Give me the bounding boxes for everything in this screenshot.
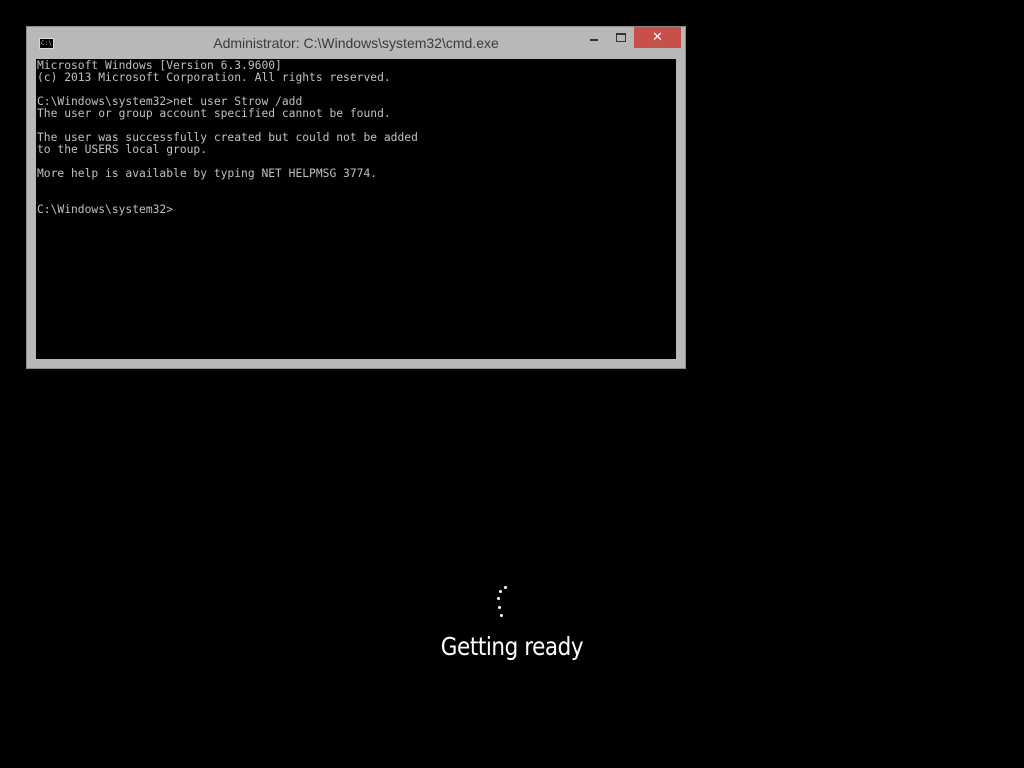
console-prompt[interactable]: C:\Windows\system32> — [37, 204, 676, 216]
loading-spinner-icon — [494, 586, 510, 620]
close-icon: ✕ — [652, 30, 663, 45]
maximize-button[interactable] — [607, 27, 634, 48]
desktop-screen: C:\. Administrator: C:\Windows\system32\… — [0, 0, 1024, 768]
title-bar[interactable]: C:\. Administrator: C:\Windows\system32\… — [27, 27, 685, 59]
spinner-dot — [500, 614, 503, 617]
console-line: to the USERS local group. — [37, 143, 208, 156]
spinner-dot — [497, 597, 500, 600]
console-line: More help is available by typing NET HEL… — [37, 167, 378, 180]
cmd-window[interactable]: C:\. Administrator: C:\Windows\system32\… — [26, 26, 686, 369]
spinner-dot — [499, 590, 502, 593]
console-line: (c) 2013 Microsoft Corporation. All righ… — [37, 71, 391, 84]
close-button[interactable]: ✕ — [634, 27, 681, 48]
getting-ready-text: Getting ready — [440, 632, 584, 661]
spinner-dot — [498, 606, 501, 609]
minimize-button[interactable] — [580, 27, 608, 48]
console-output[interactable]: Microsoft Windows [Version 6.3.9600] (c)… — [36, 59, 676, 359]
spinner-dot — [504, 586, 507, 589]
console-line: The user or group account specified cann… — [37, 107, 391, 120]
